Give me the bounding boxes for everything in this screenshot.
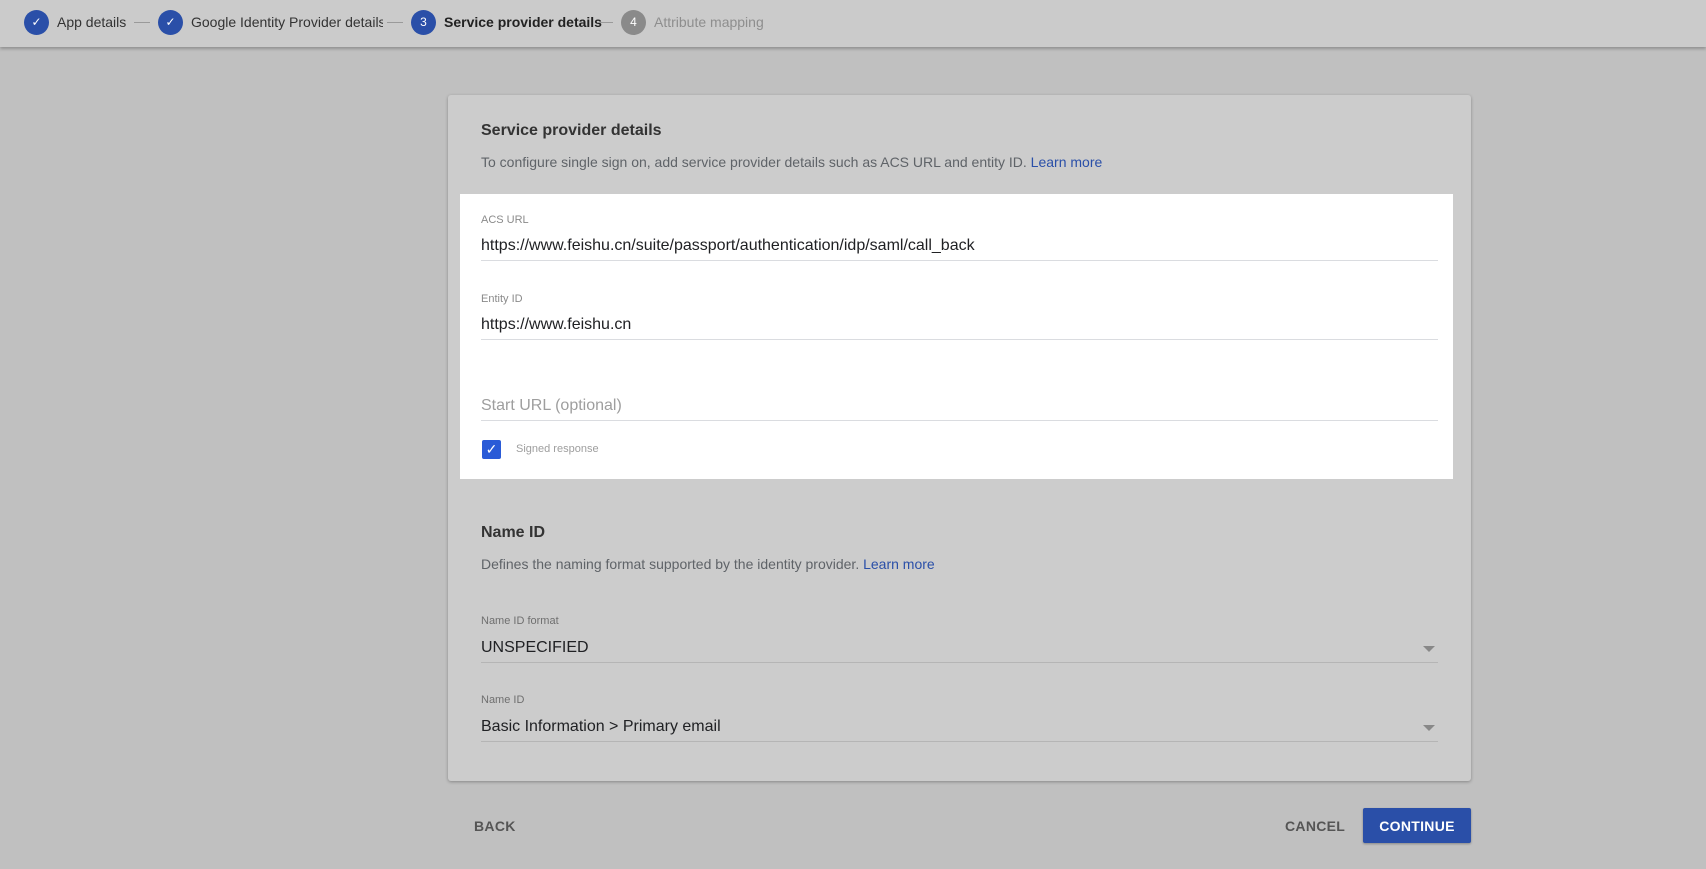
dropdown-arrow-icon[interactable] <box>1423 646 1435 652</box>
nameid-format-select[interactable]: UNSPECIFIED <box>481 639 589 657</box>
entity-id-label: Entity ID <box>481 293 523 305</box>
nameid-label: Name ID <box>481 694 525 706</box>
step-label: Google Identity Provider details <box>191 14 383 30</box>
check-icon: ✓ <box>24 9 49 35</box>
nameid-underline <box>481 741 1438 742</box>
nameid-format-label: Name ID format <box>481 615 559 627</box>
cancel-button[interactable]: CANCEL <box>1285 818 1345 834</box>
dropdown-arrow-icon[interactable] <box>1423 725 1435 731</box>
step-app-details[interactable]: ✓ App details <box>24 9 126 35</box>
nameid-title: Name ID <box>481 524 546 541</box>
section-title: Service provider details <box>481 122 662 139</box>
stepper: ✓ App details ✓ Google Identity Provider… <box>0 0 1706 47</box>
learn-more-link[interactable]: Learn more <box>863 556 935 572</box>
step-service-provider-details[interactable]: 3 Service provider details <box>411 9 602 35</box>
signed-response-label: Signed response <box>516 443 599 455</box>
divider <box>134 22 150 23</box>
step-number: 3 <box>411 9 436 35</box>
learn-more-link[interactable]: Learn more <box>1031 154 1103 170</box>
back-button[interactable]: BACK <box>474 818 516 834</box>
nameid-select[interactable]: Basic Information > Primary email <box>481 718 721 736</box>
step-label: App details <box>57 14 127 30</box>
step-google-idp-details[interactable]: ✓ Google Identity Provider details <box>158 9 383 35</box>
step-label: Service provider details <box>444 14 602 30</box>
signed-response-checkbox[interactable]: ✓ <box>482 440 501 459</box>
step-attribute-mapping[interactable]: 4 Attribute mapping <box>621 9 764 35</box>
step-number: 4 <box>621 9 646 35</box>
description-text: Defines the naming format supported by t… <box>481 556 860 572</box>
description-text: To configure single sign on, add service… <box>481 154 1027 170</box>
start-url-underline <box>481 420 1438 421</box>
acs-url-underline <box>481 260 1438 261</box>
nameid-description: Defines the naming format supported by t… <box>481 556 935 572</box>
acs-url-input[interactable]: https://www.feishu.cn/suite/passport/aut… <box>481 237 975 255</box>
continue-button[interactable]: CONTINUE <box>1363 808 1471 843</box>
nameid-format-underline <box>481 662 1438 663</box>
acs-url-label: ACS URL <box>481 214 529 226</box>
step-label: Attribute mapping <box>654 14 764 30</box>
section-description: To configure single sign on, add service… <box>481 154 1102 170</box>
divider <box>597 22 613 23</box>
check-icon: ✓ <box>158 9 183 35</box>
entity-id-underline <box>481 339 1438 340</box>
start-url-input[interactable]: Start URL (optional) <box>481 397 622 415</box>
entity-id-input[interactable]: https://www.feishu.cn <box>481 316 631 334</box>
divider <box>387 22 403 23</box>
